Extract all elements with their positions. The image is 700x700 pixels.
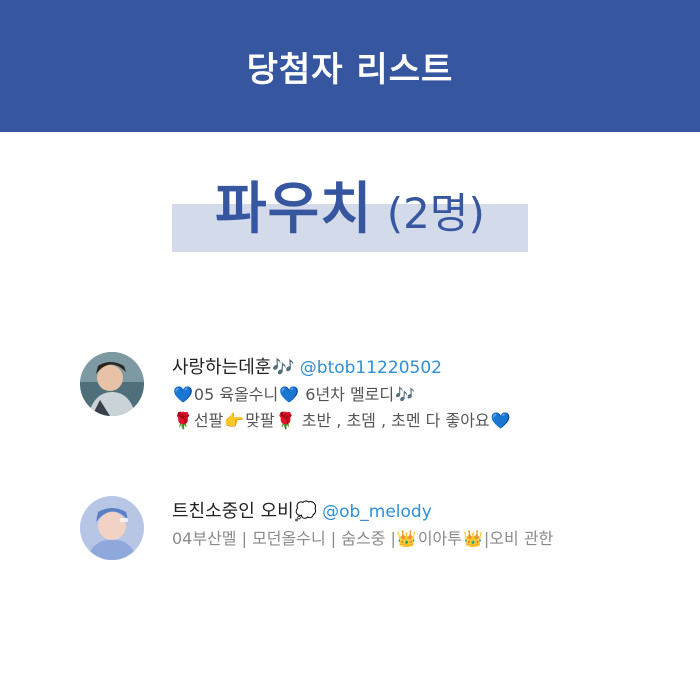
prize-name: 파우치 <box>215 177 373 242</box>
bio-line: 💙05 육올수니💙 6년차 멜로디🎶 <box>172 382 642 408</box>
winner-info: 트친소중인 오비💭 @ob_melody 04부산멜 | 모던올수니 | 숨스중 … <box>172 498 642 552</box>
name-line: 트친소중인 오비💭 @ob_melody <box>172 498 642 526</box>
winner-info: 사랑하는데훈🎶 @btob11220502 💙05 육올수니💙 6년차 멜로디🎶 … <box>172 354 642 434</box>
bio-text: 선팔 <box>193 411 224 430</box>
user-handle-link[interactable]: @ob_melody <box>322 502 432 522</box>
avatar[interactable] <box>80 496 144 560</box>
rose-icon: 🌹 <box>173 411 193 430</box>
display-name: 사랑하는데훈 <box>172 357 272 378</box>
user-handle-link[interactable]: @btob11220502 <box>300 358 442 378</box>
bio-text: 04부산멜 | 모던올수니 | 숨스중 | <box>172 529 396 548</box>
bio-text: |오비 관한 <box>483 529 554 548</box>
bio-text: 이아투 <box>417 529 462 548</box>
page-title: 당첨자 리스트 <box>246 49 454 90</box>
bio-line: 🌹선팔👉맞팔🌹 초반 , 초뎀 , 초멘 다 좋아요💙 <box>172 408 642 434</box>
blue-heart-icon: 💙 <box>173 385 193 404</box>
crown-icon: 👑 <box>462 529 483 548</box>
winner-count: (2명) <box>386 189 485 238</box>
speech-bubble-icon: 💭 <box>294 501 318 522</box>
blue-heart-icon: 💙 <box>490 411 511 430</box>
display-name: 트친소중인 오비 <box>172 501 294 522</box>
crown-icon: 👑 <box>396 529 417 548</box>
section-title-block: 파우치 (2명) <box>0 170 700 260</box>
music-note-icon: 🎶 <box>272 357 295 378</box>
pointing-hand-icon: 👉 <box>224 411 245 430</box>
bio-text: 6년차 멜로디 <box>300 385 395 404</box>
bio-line: 04부산멜 | 모던올수니 | 숨스중 |👑이아투👑|오비 관한 <box>172 526 632 552</box>
blue-heart-icon: 💙 <box>279 385 300 404</box>
bio-text: 05 육올수니 <box>193 385 279 404</box>
bio-text: 맞팔 <box>245 411 275 430</box>
name-line: 사랑하는데훈🎶 @btob11220502 <box>172 354 642 382</box>
music-note-icon: 🎶 <box>395 385 416 404</box>
header-banner: 당첨자 리스트 <box>0 0 700 132</box>
bio-text: 초반 , 초뎀 , 초멘 다 좋아요 <box>296 411 490 430</box>
rose-icon: 🌹 <box>275 411 296 430</box>
section-title: 파우치 (2명) <box>0 170 700 263</box>
avatar[interactable] <box>80 352 144 416</box>
